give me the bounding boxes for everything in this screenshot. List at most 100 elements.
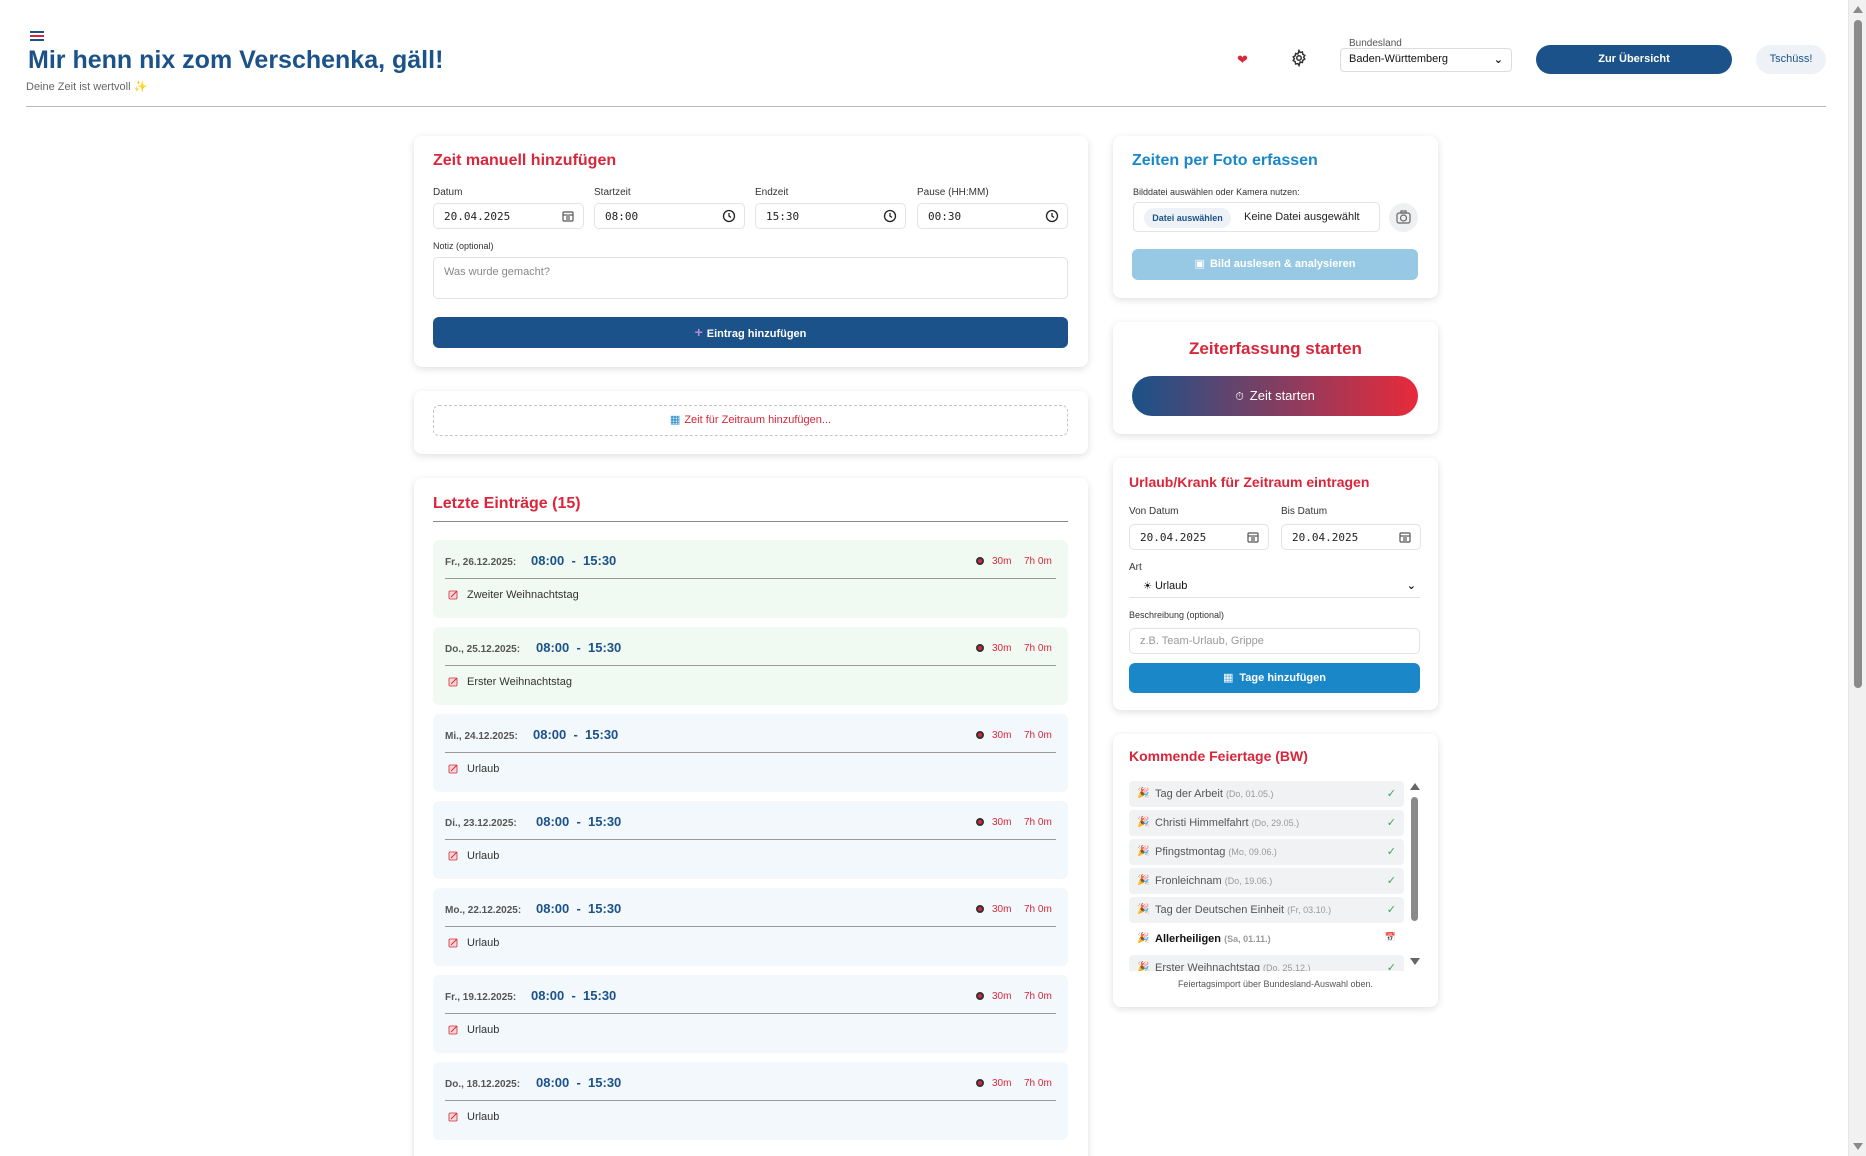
coffee-icon — [976, 644, 984, 652]
start-time-input[interactable]: 08:00 — [594, 203, 745, 229]
entry-times: 08:00 - 15:30 — [536, 1075, 621, 1090]
timer-title: Zeiterfassung starten — [1189, 339, 1362, 358]
camera-button[interactable] — [1389, 203, 1418, 232]
entry-item[interactable]: Do., 18.12.2025: 08:00 - 15:30 30m 7h 0m Url… — [433, 1062, 1068, 1140]
pause-label: Pause (HH:MM) — [917, 187, 989, 198]
to-date-label: Bis Datum — [1281, 506, 1328, 517]
calendar-icon[interactable] — [561, 209, 575, 223]
description-label: Beschreibung (optional) — [1129, 610, 1225, 620]
scroll-thumb[interactable] — [1411, 797, 1418, 921]
holiday-name-text: Pfingstmontag — [1155, 846, 1226, 858]
entry-pause: 30m — [992, 817, 1012, 828]
party-icon: 🎉 — [1137, 962, 1150, 971]
party-icon: 🎉 — [1137, 846, 1150, 857]
to-date-input[interactable]: 20.04.2025 — [1281, 524, 1421, 550]
page-scrollbar[interactable] — [1848, 0, 1866, 1156]
entry-item[interactable]: Do., 25.12.2025: 08:00 - 15:30 30m 7h 0m Ers… — [433, 627, 1068, 705]
entry-item[interactable]: Di., 23.12.2025: 08:00 - 15:30 30m 7h 0m Url… — [433, 801, 1068, 879]
entry-item[interactable]: Mo., 22.12.2025: 08:00 - 15:30 30m 7h 0m Url… — [433, 888, 1068, 966]
date-value: 20.04.2025 — [444, 210, 511, 223]
scroll-down-icon[interactable] — [1410, 958, 1420, 965]
type-select[interactable]: ☀ Urlaub ⌄ — [1129, 576, 1420, 598]
entry-divider — [445, 752, 1056, 753]
image-icon: ▣ — [1194, 258, 1205, 270]
camera-icon — [1396, 210, 1411, 224]
entry-times: 08:00 - 15:30 — [531, 553, 616, 568]
hamburger-menu-icon[interactable] — [30, 31, 44, 41]
clock-icon[interactable] — [722, 209, 736, 223]
add-days-button[interactable]: ▦ Tage hinzufügen — [1129, 663, 1420, 693]
holiday-name-text: Allerheiligen — [1155, 933, 1222, 945]
scroll-thumb[interactable] — [1854, 20, 1862, 688]
app-subtitle: Deine Zeit ist wertvoll ✨ — [26, 81, 148, 93]
entry-date: Mi., 24.12.2025: — [445, 731, 518, 742]
entry-times: 08:00 - 15:30 — [536, 640, 621, 655]
start-timer-label: Zeit starten — [1249, 388, 1315, 403]
calendar-icon[interactable] — [1246, 530, 1260, 544]
check-icon: ✓ — [1386, 788, 1396, 800]
entry-total: 7h 0m — [1024, 643, 1052, 654]
entry-start: 08:00 — [533, 727, 567, 742]
choose-file-button[interactable]: Datei auswählen — [1144, 208, 1231, 228]
note-icon — [448, 938, 458, 948]
entry-pause: 30m — [992, 556, 1012, 567]
add-range-button[interactable]: ▦ Zeit für Zeitraum hinzufügen... — [433, 405, 1068, 436]
file-input[interactable]: Datei auswählen Keine Datei ausgewählt — [1133, 202, 1380, 232]
holiday-item: 🎉 Tag der Deutschen Einheit (Fr, 03.10.) ✓ — [1129, 897, 1404, 923]
entry-note: Urlaub — [467, 1111, 500, 1123]
clock-icon[interactable] — [883, 209, 897, 223]
pause-input[interactable]: 00:30 — [917, 203, 1068, 229]
heart-icon[interactable]: ❤ — [1237, 52, 1248, 68]
analyze-image-button[interactable]: ▣ Bild auslesen & analysieren — [1132, 249, 1418, 280]
chevron-down-icon: ⌄ — [1406, 580, 1416, 592]
start-timer-button[interactable]: ⏱ Zeit starten — [1132, 376, 1418, 416]
holiday-name: Christi Himmelfahrt (Do, 29.05.) — [1155, 817, 1299, 829]
note-textarea[interactable]: Was wurde gemacht? — [433, 257, 1068, 299]
entries-divider — [433, 521, 1068, 522]
description-input[interactable]: z.B. Team-Urlaub, Grippe — [1129, 628, 1420, 654]
end-time-value: 15:30 — [766, 210, 800, 223]
coffee-icon — [976, 1079, 984, 1087]
gear-icon[interactable] — [1290, 49, 1308, 67]
app-title: Mir henn nix zom Verschenka, gäll! — [28, 46, 444, 74]
holiday-name: Allerheiligen (Sa, 01.11.) — [1155, 933, 1271, 945]
entry-end: 15:30 — [588, 814, 622, 829]
manual-entry-title: Zeit manuell hinzufügen — [433, 152, 617, 169]
entry-pause: 30m — [992, 1078, 1012, 1089]
holiday-scrollbar[interactable] — [1409, 781, 1421, 971]
date-input[interactable]: 20.04.2025 — [433, 203, 584, 229]
party-icon: 🎉 — [1137, 933, 1150, 944]
beach-icon: ☀ — [1143, 581, 1152, 592]
clock-icon[interactable] — [1045, 209, 1059, 223]
vacation-title: Urlaub/Krank für Zeitraum eintragen — [1129, 474, 1370, 490]
entry-total: 7h 0m — [1024, 730, 1052, 741]
entry-item[interactable]: Mi., 24.12.2025: 08:00 - 15:30 30m 7h 0m Url… — [433, 714, 1068, 792]
chevron-down-icon: ⌄ — [1493, 54, 1503, 66]
coffee-icon — [976, 905, 984, 913]
logout-button[interactable]: Tschüss! — [1756, 45, 1826, 74]
check-icon: ✓ — [1386, 962, 1396, 971]
from-date-input[interactable]: 20.04.2025 — [1129, 524, 1269, 550]
photo-hint: Bilddatei auswählen oder Kamera nutzen: — [1133, 187, 1300, 197]
entry-note: Urlaub — [467, 850, 500, 862]
check-icon: ✓ — [1386, 817, 1396, 829]
overview-button[interactable]: Zur Übersicht — [1536, 45, 1732, 74]
bundesland-select[interactable]: Baden-Württemberg ⌄ — [1340, 48, 1512, 72]
entry-item[interactable]: Fr., 19.12.2025: 08:00 - 15:30 30m 7h 0m Url… — [433, 975, 1068, 1053]
scroll-down-icon[interactable] — [1853, 1143, 1863, 1150]
entry-date: Fr., 26.12.2025: — [445, 557, 517, 568]
add-entry-button[interactable]: + Eintrag hinzufügen — [433, 317, 1068, 348]
bundesland-value: Baden-Württemberg — [1349, 53, 1449, 65]
calendar-icon[interactable] — [1398, 530, 1412, 544]
note-icon — [448, 1025, 458, 1035]
entry-item[interactable]: Fr., 26.12.2025: 08:00 - 15:30 30m 7h 0m Zwe… — [433, 540, 1068, 618]
scroll-up-icon[interactable] — [1853, 6, 1863, 13]
note-icon — [448, 590, 458, 600]
end-time-input[interactable]: 15:30 — [755, 203, 906, 229]
note-placeholder: Was wurde gemacht? — [444, 266, 550, 278]
entry-end: 15:30 — [583, 553, 617, 568]
check-icon: ✓ — [1386, 875, 1396, 887]
entry-divider — [445, 926, 1056, 927]
scroll-up-icon[interactable] — [1410, 783, 1420, 790]
coffee-icon — [976, 557, 984, 565]
